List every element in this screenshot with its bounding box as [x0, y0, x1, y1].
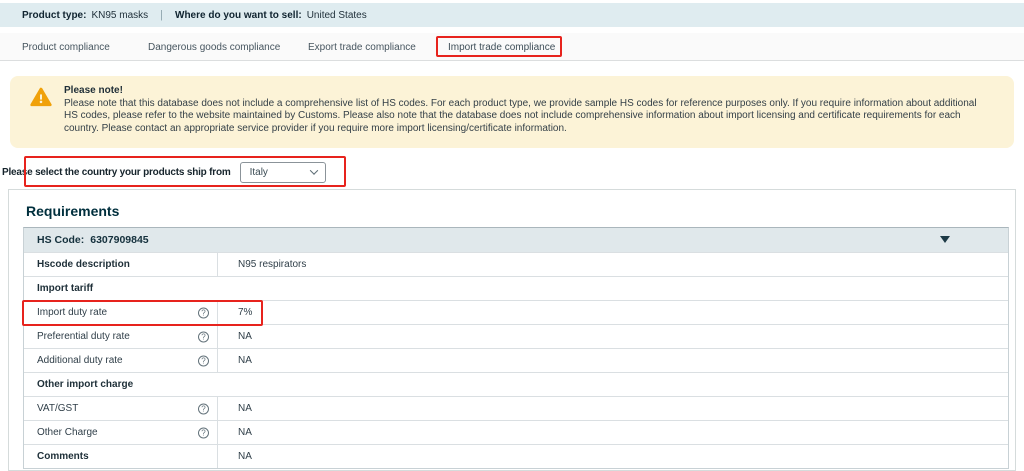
table-row: Hscode description N95 respirators [24, 252, 1008, 276]
row-label-text: Other Charge [37, 427, 98, 438]
row-value: NA [218, 397, 1008, 420]
help-icon[interactable]: ? [198, 355, 209, 366]
requirements-panel: Requirements HS Code: 6307909845 Hscode … [8, 189, 1016, 471]
row-label: Hscode description [24, 253, 218, 276]
product-type-label: Product type: [22, 10, 86, 21]
table-row: VAT/GST?NA [24, 396, 1008, 420]
product-type-value: KN95 masks [91, 10, 148, 21]
row-label-text: Preferential duty rate [37, 331, 130, 342]
row-value: N95 respirators [218, 253, 1008, 276]
warning-triangle-icon [30, 87, 52, 107]
row-label: Other Charge? [24, 421, 218, 444]
notice-title: Please note! [64, 85, 992, 98]
requirements-heading: Requirements [26, 203, 119, 219]
notice-body: Please note that this database does not … [64, 98, 992, 136]
row-label: Preferential duty rate? [24, 325, 218, 348]
hs-code-header: HS Code: 6307909845 [24, 228, 1008, 252]
hs-code-value: 6307909845 [90, 234, 148, 246]
table-row: Additional duty rate?NA [24, 348, 1008, 372]
requirements-table: HS Code: 6307909845 Hscode description N9… [23, 227, 1009, 469]
context-divider: | [160, 9, 163, 21]
row-value: NA [218, 349, 1008, 372]
hs-code-label: HS Code: [37, 234, 84, 246]
help-icon[interactable]: ? [198, 427, 209, 438]
requirements-rows: Hscode description N95 respirators Import … [24, 252, 1008, 468]
row-label-text: Comments [37, 451, 89, 462]
row-label: Comments [24, 445, 218, 468]
section-label: Other import charge [37, 379, 133, 390]
table-section-row: Other import charge [24, 372, 1008, 396]
tab-import-trade-compliance[interactable]: Import trade compliance [448, 33, 555, 61]
table-section-row: Import tariff [24, 276, 1008, 300]
compliance-tabs: Product compliance Dangerous goods compl… [0, 33, 1024, 61]
row-label-text: Hscode description [37, 259, 130, 270]
ship-from-row: Please select the country your products … [2, 159, 326, 185]
row-value: 7% [218, 301, 1008, 324]
row-label: Import duty rate? [24, 301, 218, 324]
help-icon[interactable]: ? [198, 403, 209, 414]
help-icon[interactable]: ? [198, 307, 209, 318]
row-label-text: VAT/GST [37, 403, 78, 414]
row-label-text: Additional duty rate [37, 355, 123, 366]
collapse-caret-icon[interactable] [940, 236, 950, 243]
tab-product-compliance[interactable]: Product compliance [22, 33, 110, 61]
sell-destination-value: United States [307, 10, 367, 21]
row-label: Additional duty rate? [24, 349, 218, 372]
row-value: NA [218, 445, 1008, 468]
ship-from-label: Please select the country your products … [2, 167, 231, 178]
tab-dangerous-goods-compliance[interactable]: Dangerous goods compliance [148, 33, 280, 61]
row-value: NA [218, 325, 1008, 348]
table-row: Import duty rate?7% [24, 300, 1008, 324]
ship-from-selected-value: Italy [250, 167, 268, 178]
chevron-down-icon [309, 166, 317, 174]
row-label: VAT/GST? [24, 397, 218, 420]
table-row: Preferential duty rate?NA [24, 324, 1008, 348]
section-label: Import tariff [37, 283, 93, 294]
table-row: Comments NA [24, 444, 1008, 468]
notice-banner: Please note! Please note that this datab… [10, 76, 1014, 148]
sell-destination-label: Where do you want to sell: [175, 10, 302, 21]
tab-export-trade-compliance[interactable]: Export trade compliance [308, 33, 416, 61]
row-label-text: Import duty rate [37, 307, 107, 318]
help-icon[interactable]: ? [198, 331, 209, 342]
context-bar: Product type: KN95 masks | Where do you … [0, 3, 1024, 27]
ship-from-select[interactable]: Italy [240, 162, 326, 183]
table-row: Other Charge?NA [24, 420, 1008, 444]
row-value: NA [218, 421, 1008, 444]
